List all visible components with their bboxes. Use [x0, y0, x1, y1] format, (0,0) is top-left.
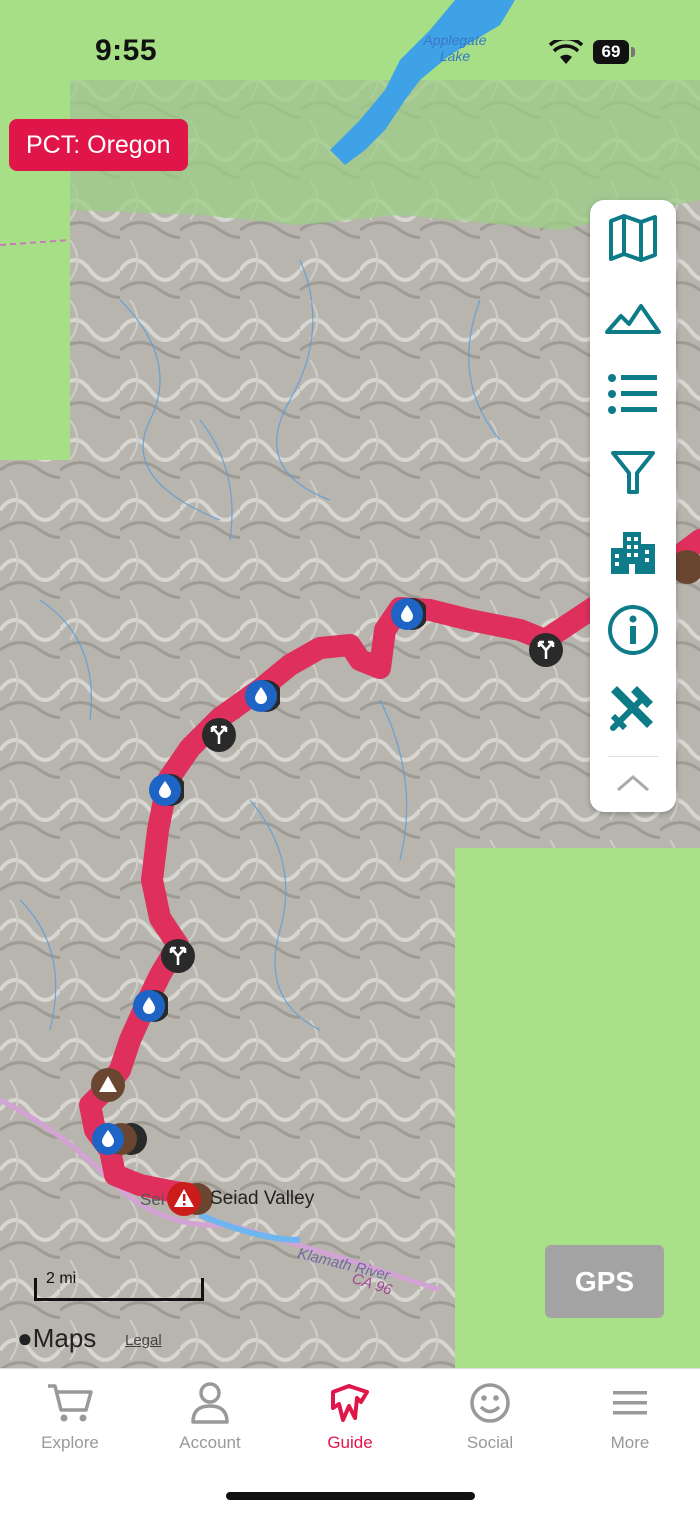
region-badge[interactable]: PCT: Oregon: [9, 119, 188, 171]
tab-label: Explore: [41, 1433, 99, 1452]
toolbar-divider: [608, 756, 658, 757]
water-marker[interactable]: [388, 595, 426, 633]
collapse-toolbar-button[interactable]: [590, 760, 676, 806]
info-icon: [608, 605, 658, 655]
tab-label: Social: [466, 1433, 514, 1452]
map-toolbar: [590, 200, 676, 812]
gps-button[interactable]: GPS: [545, 1245, 664, 1318]
tab-label: Guide: [327, 1433, 373, 1452]
water-marker[interactable]: [242, 677, 280, 715]
tab-account[interactable]: Account: [140, 1379, 280, 1469]
filter-icon: [611, 451, 655, 494]
maps-attribution: ●Maps: [17, 1323, 97, 1353]
info-button[interactable]: [590, 600, 676, 660]
map-layers-button[interactable]: [590, 208, 676, 268]
menu-icon: [613, 1391, 647, 1415]
campsite-marker[interactable]: [89, 1066, 127, 1104]
tab-more[interactable]: More: [560, 1379, 700, 1469]
water-marker[interactable]: [89, 1120, 151, 1158]
mountains-icon: [605, 304, 661, 334]
waypoint-list-button[interactable]: [590, 364, 676, 424]
tab-guide[interactable]: Guide: [280, 1379, 420, 1469]
junction-marker[interactable]: [159, 937, 197, 975]
scale-label: 2 mi: [46, 1270, 77, 1287]
home-indicator: [226, 1492, 475, 1500]
smiley-icon: [470, 1383, 510, 1423]
person-icon: [191, 1382, 229, 1424]
tab-label: More: [610, 1433, 650, 1452]
list-icon: [608, 374, 657, 414]
towns-button[interactable]: [590, 522, 676, 582]
tab-explore[interactable]: Explore: [0, 1379, 140, 1469]
tab-label: Account: [179, 1433, 241, 1452]
status-time: 9:55: [95, 34, 158, 67]
tools-button[interactable]: [590, 677, 676, 737]
junction-marker[interactable]: [200, 716, 238, 754]
map-icon: [609, 214, 657, 262]
elevation-button[interactable]: [590, 288, 676, 348]
legal-link[interactable]: Legal: [125, 1332, 162, 1349]
junction-marker[interactable]: [527, 631, 565, 669]
chevron-up-icon: [617, 775, 649, 792]
guide-icon: [331, 1384, 369, 1422]
place-label: Seiad Valley: [210, 1188, 315, 1209]
tab-social[interactable]: Social: [420, 1379, 560, 1469]
place-label-secondary: Sei: [140, 1190, 165, 1209]
battery-icon: 69: [593, 40, 629, 64]
apple-logo-icon: ●: [17, 1323, 33, 1353]
tools-icon: [610, 686, 653, 731]
filter-button[interactable]: [590, 442, 676, 502]
wifi-icon: [549, 40, 583, 64]
water-marker[interactable]: [146, 771, 184, 809]
town-icon: [611, 532, 655, 574]
status-bar: 9:55 69: [0, 0, 700, 80]
water-marker[interactable]: [130, 987, 168, 1025]
cart-icon: [48, 1384, 93, 1422]
battery-tip: [631, 47, 635, 57]
